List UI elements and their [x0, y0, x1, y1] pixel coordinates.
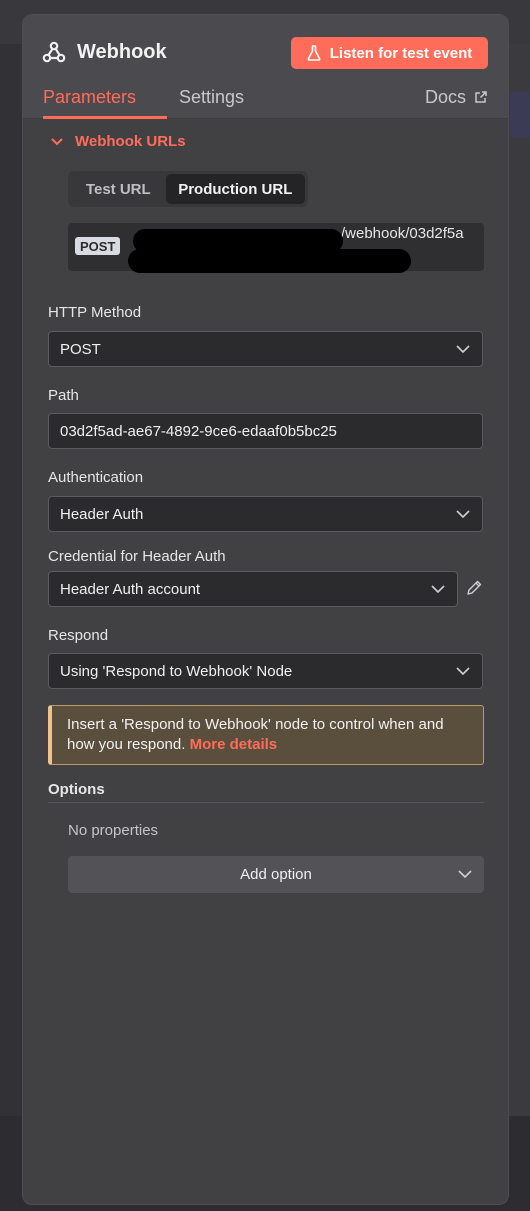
url-type-switch: Test URL Production URL [68, 171, 308, 207]
path-label: Path [48, 387, 79, 404]
canvas-right-strip [510, 92, 530, 138]
chevron-down-icon [456, 667, 470, 676]
authentication-label: Authentication [48, 469, 144, 486]
listen-label: Listen for test event [329, 44, 473, 62]
credential-value: Header Auth account [60, 580, 201, 598]
webhook-url-display[interactable]: POST /webhook/03d2f5a [68, 223, 484, 273]
credential-select[interactable]: Header Auth account [48, 571, 458, 607]
authentication-value: Header Auth [60, 505, 144, 523]
respond-select[interactable]: Using 'Respond to Webhook' Node [48, 653, 483, 689]
tab-parameters[interactable]: Parameters [43, 87, 167, 119]
canvas-left-edge [0, 44, 22, 1144]
http-method-label: HTTP Method [48, 304, 142, 321]
webhook-icon [42, 41, 66, 63]
add-option-label: Add option [240, 866, 312, 883]
authentication-select[interactable]: Header Auth [48, 496, 483, 532]
title-row: Webhook [41, 39, 167, 65]
docs-link[interactable]: Docs [425, 87, 488, 119]
tab-settings[interactable]: Settings [179, 87, 244, 119]
node-title: Webhook [77, 40, 167, 63]
respond-notice: Insert a 'Respond to Webhook' node to co… [48, 705, 484, 765]
http-method-select[interactable]: POST [48, 331, 483, 367]
more-details-link[interactable]: More details [190, 736, 278, 753]
panel-tabs: Parameters Settings Docs [23, 87, 508, 119]
credential-label: Credential for Header Auth [48, 548, 226, 565]
no-properties-text: No properties [68, 822, 159, 839]
chevron-down-icon [51, 137, 63, 145]
node-parameters-panel: Webhook Listen for test event Parameters… [22, 14, 509, 1205]
canvas-right-edge [508, 44, 530, 1144]
panel-header: Webhook Listen for test event Parameters… [23, 15, 508, 119]
listen-test-event-button[interactable]: Listen for test event [291, 37, 488, 69]
test-url-tab[interactable]: Test URL [71, 174, 166, 204]
chevron-down-icon [431, 585, 445, 594]
path-value: 03d2f5ad-ae67-4892-9ce6-edaaf0b5bc25 [60, 422, 337, 440]
http-method-value: POST [60, 340, 101, 358]
path-input[interactable]: 03d2f5ad-ae67-4892-9ce6-edaaf0b5bc25 [48, 413, 483, 449]
edit-credential-pencil-icon[interactable] [465, 579, 483, 597]
options-label: Options [48, 781, 105, 798]
flask-icon [307, 45, 321, 61]
webhook-urls-label: Webhook URLs [75, 133, 186, 150]
docs-label: Docs [424, 87, 466, 107]
webhook-urls-toggle[interactable]: Webhook URLs [51, 133, 186, 150]
redaction-mark [128, 249, 411, 273]
respond-label: Respond [48, 627, 109, 644]
respond-value: Using 'Respond to Webhook' Node [60, 662, 293, 680]
external-link-icon [475, 91, 487, 103]
method-badge: POST [75, 237, 121, 255]
chevron-down-icon [456, 510, 470, 519]
webhook-url-path: /webhook/03d2f5a [341, 225, 464, 242]
chevron-down-icon [456, 345, 470, 354]
production-url-tab[interactable]: Production URL [165, 174, 305, 204]
options-divider [48, 802, 484, 803]
add-option-button[interactable]: Add option [68, 856, 484, 893]
chevron-down-icon [458, 870, 472, 879]
